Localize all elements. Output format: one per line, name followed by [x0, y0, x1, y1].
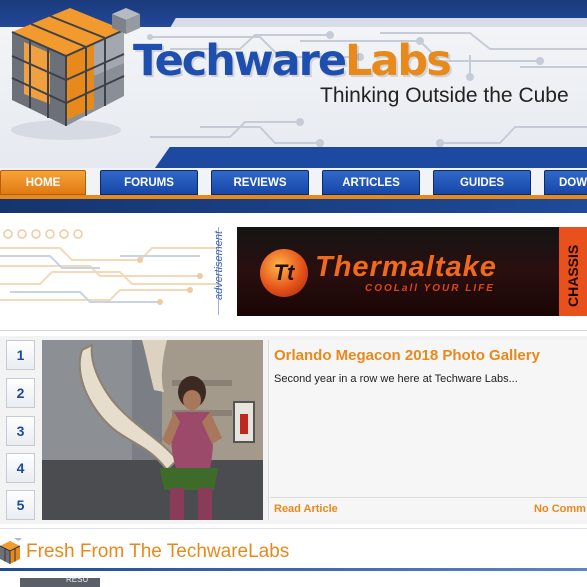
fresh-divider: [0, 528, 587, 529]
logo-word-labs: Labs: [345, 36, 452, 86]
thermaltake-logo-letters: Tt: [273, 260, 295, 285]
nav-articles[interactable]: ARTICLES: [322, 170, 420, 195]
nav-guides[interactable]: GUIDES: [433, 170, 531, 195]
site-tagline: Thinking Outside the Cube: [320, 84, 569, 107]
featured-article-title[interactable]: Orlando Megacon 2018 Photo Gallery: [274, 347, 540, 364]
comments-link[interactable]: No Comm: [534, 503, 586, 515]
fresh-underline: [0, 568, 587, 571]
featured-article-panel: [268, 340, 587, 520]
fresh-section-title: Fresh From The TechwareLabs: [26, 541, 290, 562]
header-blue-band: [155, 147, 587, 168]
thermaltake-ad-banner[interactable]: Tt Thermaltake COOLall YOUR LIFE CHASSIS: [237, 227, 587, 316]
article-footer-divider: [270, 497, 587, 498]
slide-button-3[interactable]: 3: [6, 416, 35, 446]
featured-article-excerpt: Second year in a row we here at Techware…: [274, 373, 518, 385]
featured-photo[interactable]: [42, 340, 263, 520]
nav-downloads[interactable]: DOWN: [544, 170, 587, 195]
nav-home[interactable]: HOME: [0, 170, 86, 195]
cube-logo-icon[interactable]: [4, 8, 144, 148]
slide-button-2[interactable]: 2: [6, 378, 35, 408]
advertisement-label: advertisement: [213, 230, 225, 300]
ad-slogan: COOLall YOUR LIFE: [365, 283, 495, 294]
fresh-thumbnail-text: RESU: [66, 575, 89, 584]
ad-side-text: CHASSIS: [565, 244, 581, 307]
logo-word-techware: Techware: [133, 36, 347, 86]
slide-button-5[interactable]: 5: [6, 490, 35, 520]
cube-small-icon: [0, 538, 22, 564]
nav-reviews[interactable]: REVIEWS: [211, 170, 309, 195]
nav-forums[interactable]: FORUMS: [100, 170, 198, 195]
techwarelabs-page: TechwareLabs TechwareLabs Thinking Outsi…: [0, 0, 587, 587]
nav-bottom-band: [0, 199, 587, 213]
slide-button-1[interactable]: 1: [6, 340, 35, 370]
ad-circuit-graphic: [0, 229, 218, 305]
section-divider: [0, 330, 587, 331]
ad-brand-name: Thermaltake: [315, 251, 497, 283]
site-logo-text[interactable]: TechwareLabs: [133, 36, 452, 86]
slide-button-4[interactable]: 4: [6, 453, 35, 483]
read-article-link[interactable]: Read Article: [274, 503, 338, 515]
